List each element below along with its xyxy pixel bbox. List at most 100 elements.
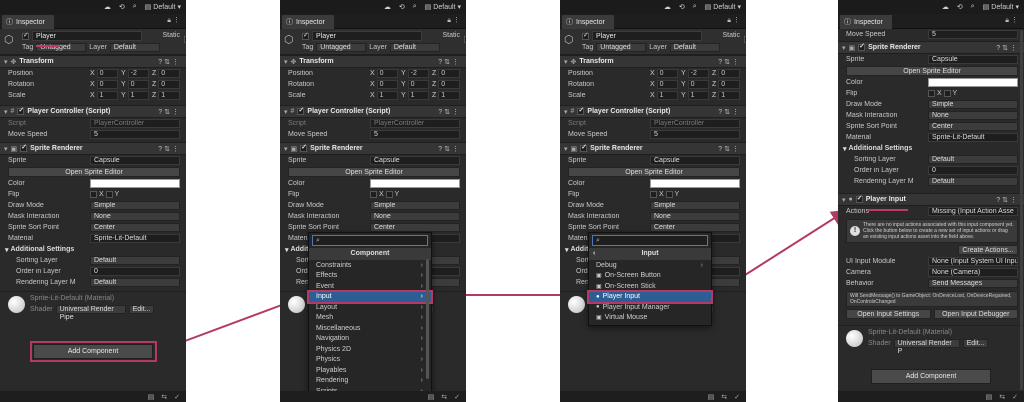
open-sprite-editor-button[interactable]: Open Sprite Editor xyxy=(846,66,1018,76)
layers-dropdown[interactable]: ▤ Default ▾ xyxy=(705,3,741,12)
flip-y-checkbox[interactable] xyxy=(105,191,113,198)
object-name-input[interactable]: Player xyxy=(592,31,702,41)
transform-header[interactable]: ▾ ✥ Transform ?⇅⋮ xyxy=(0,55,186,68)
search-icon[interactable]: ⌕ xyxy=(133,3,137,11)
active-checkbox[interactable] xyxy=(302,31,309,40)
static-checkbox[interactable] xyxy=(744,36,746,43)
open-sprite-editor-button[interactable]: Open Sprite Editor xyxy=(568,167,740,177)
tab-controls[interactable]: 🔒︎⋮ xyxy=(447,16,462,25)
static-toggle[interactable]: Static xyxy=(722,32,746,43)
layers-dropdown[interactable]: ▤ Default ▾ xyxy=(145,3,181,12)
draw-mode-dropdown[interactable]: Simple xyxy=(90,201,180,210)
tab-controls[interactable]: 🔒︎⋮ xyxy=(727,16,742,25)
enabled-checkbox[interactable] xyxy=(855,194,863,203)
list-item[interactable]: Debug › xyxy=(589,260,711,271)
list-item[interactable]: Constraints › xyxy=(309,260,431,271)
flip-y-checkbox[interactable] xyxy=(665,191,673,198)
shader-dropdown[interactable]: Universal Render Pipe xyxy=(55,305,126,321)
color-swatch[interactable] xyxy=(928,78,1018,87)
check-icon[interactable]: ✓ xyxy=(1012,393,1018,401)
expand-icon[interactable]: ▾ xyxy=(842,196,846,204)
expand-icon[interactable]: ▾ xyxy=(284,145,288,153)
position-z-input[interactable]: 0 xyxy=(438,69,460,78)
edit-shader-button[interactable]: Edit... xyxy=(128,305,155,314)
player-controller-header[interactable]: ▾#Player Controller (Script)?⇅⋮ xyxy=(280,105,466,118)
edit-shader-button[interactable]: Edit... xyxy=(962,339,989,348)
component-controls[interactable]: ?⇅⋮ xyxy=(718,145,741,153)
list-item[interactable]: Layout › xyxy=(309,302,431,313)
move-speed-input[interactable]: 5 xyxy=(90,130,180,139)
sprite-field[interactable]: Capsule xyxy=(370,156,460,165)
list-item[interactable]: ▣ On-Screen Stick xyxy=(589,281,711,292)
mask-dropdown[interactable]: None xyxy=(928,111,1018,120)
sprite-field[interactable]: Capsule xyxy=(650,156,740,165)
rotation-x-input[interactable]: 0 xyxy=(656,80,678,89)
draw-mode-dropdown[interactable]: Simple xyxy=(928,100,1018,109)
flip-y-checkbox[interactable] xyxy=(385,191,393,198)
expand-icon[interactable]: ▾ xyxy=(284,108,288,116)
color-swatch[interactable] xyxy=(90,179,180,188)
material-field[interactable]: Sprite-Lit-Default xyxy=(928,133,1018,142)
menu-icon[interactable]: ⋮ xyxy=(173,17,182,24)
check-icon[interactable]: ✓ xyxy=(454,393,460,401)
expand-icon[interactable]: ▾ xyxy=(564,145,568,153)
tab-inspector[interactable]: ⓘ Inspector xyxy=(2,15,54,29)
active-checkbox[interactable] xyxy=(582,31,589,40)
sorting-layer-dropdown[interactable]: Default xyxy=(928,155,1018,164)
menu-icon[interactable]: ⋮ xyxy=(1011,17,1020,24)
scale-z-input[interactable]: 1 xyxy=(438,91,460,100)
flip-x-checkbox[interactable] xyxy=(370,191,377,198)
search-icon[interactable]: ⌕ xyxy=(693,3,697,11)
create-actions-button[interactable]: Create Actions... xyxy=(958,245,1018,255)
static-checkbox[interactable] xyxy=(184,36,186,43)
add-component-button[interactable]: Add Component xyxy=(871,369,991,384)
static-toggle[interactable]: Static xyxy=(162,32,186,43)
layer-dropdown[interactable]: Default xyxy=(389,43,440,52)
expand-icon[interactable]: ▾ xyxy=(564,58,568,66)
tag-dropdown[interactable]: Untagged xyxy=(596,43,647,52)
component-search-input[interactable]: ⌕ xyxy=(592,235,708,246)
additional-settings-header[interactable]: ▾ Additional Settings xyxy=(838,143,1024,154)
enabled-checkbox[interactable] xyxy=(297,106,305,115)
enabled-checkbox[interactable] xyxy=(300,143,308,152)
sprite-renderer-header[interactable]: ▾▣Sprite Renderer?⇅⋮ xyxy=(560,142,746,155)
static-checkbox[interactable] xyxy=(464,36,466,43)
additional-settings-header[interactable]: ▾ Additional Settings xyxy=(0,244,186,255)
color-swatch[interactable] xyxy=(370,179,460,188)
draw-mode-dropdown[interactable]: Simple xyxy=(650,201,740,210)
list-item[interactable]: Effects › xyxy=(309,271,431,282)
player-input-header[interactable]: ▾●Player Input?⇅⋮ xyxy=(838,193,1024,206)
cloud-icon[interactable]: ☁ xyxy=(104,3,111,11)
component-controls[interactable]: ?⇅⋮ xyxy=(158,108,181,116)
history-icon[interactable]: ⟲ xyxy=(679,3,685,11)
open-input-settings-button[interactable]: Open Input Settings xyxy=(846,309,931,319)
scale-y-input[interactable]: 1 xyxy=(687,91,709,100)
add-component-button[interactable]: Add Component xyxy=(33,344,153,359)
layers-icon[interactable]: ▤ xyxy=(148,393,155,401)
list-item[interactable]: Navigation › xyxy=(309,334,431,345)
enabled-checkbox[interactable] xyxy=(577,106,585,115)
open-input-debugger-button[interactable]: Open Input Debugger xyxy=(933,309,1018,319)
component-controls[interactable]: ?⇅⋮ xyxy=(718,108,741,116)
sorting-layer-dropdown[interactable]: Default xyxy=(90,256,180,265)
draw-mode-dropdown[interactable]: Simple xyxy=(370,201,460,210)
history-icon[interactable]: ⟲ xyxy=(957,3,963,11)
link-icon[interactable]: ⇆ xyxy=(441,393,447,401)
popup-scrollbar[interactable] xyxy=(426,259,429,379)
static-toggle[interactable]: Static xyxy=(442,32,466,43)
list-item-input[interactable]: Input › xyxy=(307,289,433,304)
menu-icon[interactable]: ⋮ xyxy=(453,17,462,24)
layer-dropdown[interactable]: Default xyxy=(109,43,160,52)
player-controller-header[interactable]: ▾#Player Controller (Script)?⇅⋮ xyxy=(0,105,186,118)
link-icon[interactable]: ⇆ xyxy=(161,393,167,401)
list-item[interactable]: Rendering › xyxy=(309,376,431,387)
component-controls[interactable]: ?⇅⋮ xyxy=(438,58,461,66)
open-sprite-editor-button[interactable]: Open Sprite Editor xyxy=(288,167,460,177)
rendering-layer-dropdown[interactable]: Default xyxy=(928,177,1018,186)
rotation-x-input[interactable]: 0 xyxy=(376,80,398,89)
tab-inspector[interactable]: ⓘ Inspector xyxy=(282,15,334,29)
flip-x-checkbox[interactable] xyxy=(90,191,97,198)
object-name-input[interactable]: Player xyxy=(32,31,142,41)
list-item-player-input[interactable]: ● Player Input xyxy=(587,289,713,304)
position-y-input[interactable]: -2 xyxy=(127,69,149,78)
